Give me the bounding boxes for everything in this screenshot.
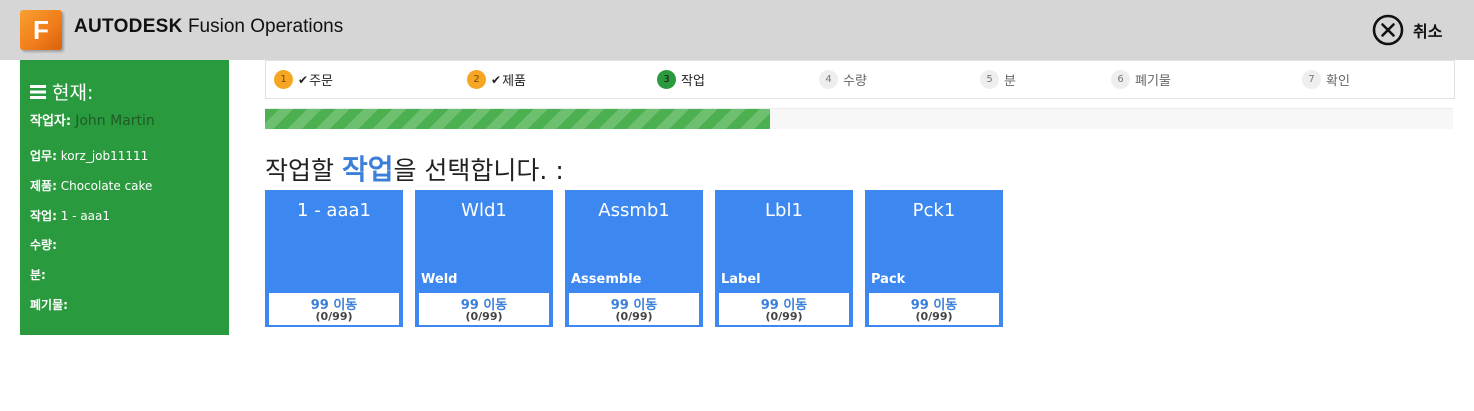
step-minutes[interactable]: 5 분: [980, 70, 1016, 89]
operation-card[interactable]: 1 - aaa1 99 이동 (0/99): [265, 190, 403, 327]
operation-card[interactable]: Wld1 Weld 99 이동 (0/99): [415, 190, 553, 327]
card-quantity-box: 99 이동 (0/99): [868, 292, 1000, 326]
card-title: Pck1: [912, 200, 956, 221]
card-progress-count: (0/99): [315, 310, 353, 323]
card-title: Lbl1: [765, 200, 803, 221]
wizard-progress-bar: [265, 108, 1453, 129]
app-title: AUTODESK Fusion Operations: [74, 15, 343, 39]
scrap-label: 폐기물:: [30, 298, 68, 312]
job-label: 업무:: [30, 149, 57, 163]
close-circle-icon[interactable]: [1372, 14, 1404, 46]
step-number: 5: [980, 70, 999, 89]
step-product[interactable]: 2 ✔ 제품: [467, 70, 526, 89]
operation-value: 1 - aaa1: [60, 209, 111, 223]
card-subtitle: Assemble: [571, 272, 642, 287]
scrap-row: 폐기물:: [30, 296, 68, 313]
card-quantity-box: 99 이동 (0/99): [418, 292, 550, 326]
check-icon: ✔: [298, 72, 309, 87]
step-confirm[interactable]: 7 확인: [1302, 70, 1350, 89]
step-label: 제품: [502, 74, 526, 89]
product-value: Chocolate cake: [60, 179, 153, 193]
minutes-row: 분:: [30, 266, 46, 283]
check-icon: ✔: [491, 72, 502, 87]
job-value: korz_job11111: [60, 149, 149, 163]
brand-name: AUTODESK: [74, 16, 183, 37]
product-name: Fusion Operations: [187, 16, 344, 37]
menu-icon[interactable]: [30, 84, 46, 99]
quantity-row: 수량:: [30, 236, 57, 253]
worker-row: 작업자: John Martin: [30, 110, 155, 129]
card-title: Assmb1: [598, 200, 670, 221]
step-number: 1: [274, 70, 293, 89]
sidebar-title-text: 현재:: [52, 82, 94, 104]
operation-row: 작업: 1 - aaa1: [30, 207, 110, 224]
fusion-logo-icon: F: [20, 10, 62, 50]
operation-card[interactable]: Lbl1 Label 99 이동 (0/99): [715, 190, 853, 327]
step-label: 분: [1004, 74, 1016, 89]
operation-label: 작업:: [30, 209, 57, 223]
quantity-label: 수량:: [30, 238, 57, 252]
worker-label: 작업자:: [30, 114, 72, 129]
step-number: 2: [467, 70, 486, 89]
step-label: 작업: [681, 74, 705, 89]
wizard-steps: 1 ✔ 주문 2 ✔ 제품 3 작업 4 수량 5 분 6 폐기물 7 확인: [265, 60, 1455, 99]
card-quantity-box: 99 이동 (0/99): [268, 292, 400, 326]
step-number: 6: [1111, 70, 1130, 89]
title-emphasis: 작업: [341, 153, 394, 186]
title-pre: 작업할: [265, 156, 342, 185]
cancel-button[interactable]: 취소: [1372, 14, 1442, 46]
title-post: 을 선택합니다. :: [393, 156, 564, 185]
step-quantity[interactable]: 4 수량: [819, 70, 867, 89]
card-progress-count: (0/99): [915, 310, 953, 323]
step-label: 주문: [309, 74, 333, 89]
card-progress-count: (0/99): [465, 310, 503, 323]
step-label: 폐기물: [1135, 74, 1171, 89]
card-subtitle: Pack: [871, 272, 906, 287]
card-subtitle: Label: [721, 272, 761, 287]
card-quantity-box: 99 이동 (0/99): [568, 292, 700, 326]
card-quantity-box: 99 이동 (0/99): [718, 292, 850, 326]
worker-value: John Martin: [75, 113, 155, 129]
job-row: 업무: korz_job11111: [30, 147, 148, 164]
sidebar-title: 현재:: [30, 78, 93, 105]
minutes-label: 분:: [30, 268, 46, 282]
step-number: 4: [819, 70, 838, 89]
product-row: 제품: Chocolate cake: [30, 177, 152, 194]
step-number: 7: [1302, 70, 1321, 89]
step-label: 확인: [1326, 74, 1350, 89]
operation-card[interactable]: Assmb1 Assemble 99 이동 (0/99): [565, 190, 703, 327]
card-title: Wld1: [461, 200, 507, 221]
cancel-label[interactable]: 취소: [1413, 18, 1442, 42]
page-title: 작업할 작업을 선택합니다. :: [265, 148, 564, 188]
card-progress-count: (0/99): [765, 310, 803, 323]
operation-card[interactable]: Pck1 Pack 99 이동 (0/99): [865, 190, 1003, 327]
step-number: 3: [657, 70, 676, 89]
logo-letter: F: [33, 15, 49, 45]
step-scrap[interactable]: 6 폐기물: [1111, 70, 1171, 89]
progress-fill: [265, 109, 770, 129]
step-label: 수량: [843, 74, 867, 89]
card-progress-count: (0/99): [615, 310, 653, 323]
app-header: F AUTODESK Fusion Operations 취소: [0, 0, 1474, 60]
current-info-sidebar: 현재: 작업자: John Martin 업무: korz_job11111 제…: [20, 60, 229, 335]
product-label: 제품:: [30, 179, 57, 193]
step-order[interactable]: 1 ✔ 주문: [274, 70, 333, 89]
card-subtitle: Weld: [421, 272, 458, 287]
step-operation[interactable]: 3 작업: [657, 70, 705, 89]
card-title: 1 - aaa1: [297, 200, 371, 221]
